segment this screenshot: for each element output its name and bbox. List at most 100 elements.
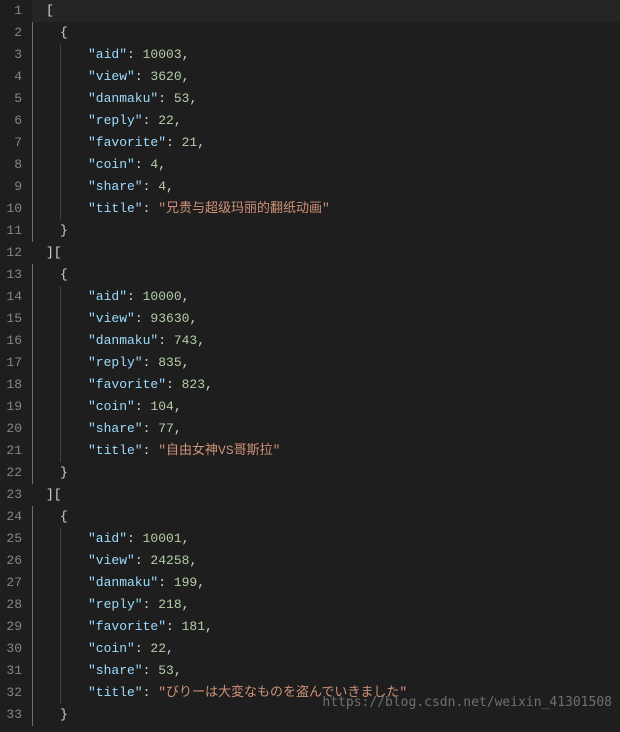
- code-line[interactable]: "danmaku": 743,: [32, 330, 620, 352]
- code-line[interactable]: }: [32, 704, 620, 726]
- token-comma: ,: [205, 619, 213, 634]
- code-line[interactable]: "favorite": 823,: [32, 374, 620, 396]
- token-bracket: {: [60, 509, 68, 524]
- indent-guide: [32, 66, 60, 88]
- token-key: "reply": [88, 113, 143, 128]
- token-comma: ,: [174, 663, 182, 678]
- code-line[interactable]: "danmaku": 199,: [32, 572, 620, 594]
- code-line[interactable]: }: [32, 220, 620, 242]
- code-line[interactable]: "favorite": 21,: [32, 132, 620, 154]
- line-number: 5: [0, 88, 22, 110]
- code-line[interactable]: "view": 24258,: [32, 550, 620, 572]
- indent-guide: [32, 132, 60, 154]
- indent-guide: [32, 704, 60, 726]
- indent-guide: [60, 594, 88, 616]
- indent-guide: [32, 220, 60, 242]
- indent-guide: [32, 528, 60, 550]
- code-line[interactable]: "reply": 835,: [32, 352, 620, 374]
- token-key: "coin": [88, 157, 135, 172]
- indent-guide: [32, 374, 60, 396]
- line-number: 14: [0, 286, 22, 308]
- token-comma: ,: [182, 47, 190, 62]
- token-comma: ,: [189, 553, 197, 568]
- token-comma: ,: [197, 333, 205, 348]
- token-key: "favorite": [88, 377, 166, 392]
- code-line[interactable]: {: [32, 264, 620, 286]
- code-line[interactable]: "view": 3620,: [32, 66, 620, 88]
- indent-guide: [32, 198, 60, 220]
- indent-guide: [32, 44, 60, 66]
- token-str: "兄贵与超级玛丽的翻纸动画": [158, 201, 330, 216]
- code-line[interactable]: }: [32, 462, 620, 484]
- line-number: 27: [0, 572, 22, 594]
- token-key: "reply": [88, 355, 143, 370]
- token-bracket: {: [60, 267, 68, 282]
- code-line[interactable]: "aid": 10000,: [32, 286, 620, 308]
- indent-guide: [32, 440, 60, 462]
- indent-guide: [32, 154, 60, 176]
- indent-guide: [60, 66, 88, 88]
- line-number: 25: [0, 528, 22, 550]
- line-number: 23: [0, 484, 22, 506]
- token-num: 4: [158, 179, 166, 194]
- indent-guide: [60, 286, 88, 308]
- code-line[interactable]: "share": 4,: [32, 176, 620, 198]
- code-line[interactable]: "favorite": 181,: [32, 616, 620, 638]
- token-key: "favorite": [88, 619, 166, 634]
- code-line[interactable]: "coin": 22,: [32, 638, 620, 660]
- code-line[interactable]: {: [32, 22, 620, 44]
- indent-guide: [32, 638, 60, 660]
- indent-guide: [60, 550, 88, 572]
- code-line[interactable]: "danmaku": 53,: [32, 88, 620, 110]
- token-num: 53: [174, 91, 190, 106]
- token-comma: ,: [182, 355, 190, 370]
- line-number: 10: [0, 198, 22, 220]
- token-num: 743: [174, 333, 197, 348]
- code-line[interactable]: "reply": 22,: [32, 110, 620, 132]
- code-line[interactable]: ][: [32, 484, 620, 506]
- token-num: 199: [174, 575, 197, 590]
- token-num: 10001: [143, 531, 182, 546]
- token-key: "danmaku": [88, 575, 158, 590]
- token-bracket: {: [60, 25, 68, 40]
- code-line[interactable]: "reply": 218,: [32, 594, 620, 616]
- code-line[interactable]: "view": 93630,: [32, 308, 620, 330]
- token-num: 53: [158, 663, 174, 678]
- token-num: 10003: [143, 47, 182, 62]
- code-line[interactable]: {: [32, 506, 620, 528]
- line-number: 2: [0, 22, 22, 44]
- line-number: 19: [0, 396, 22, 418]
- code-line[interactable]: "title": "自由女神VS哥斯拉": [32, 440, 620, 462]
- code-line[interactable]: "title": "兄贵与超级玛丽的翻纸动画": [32, 198, 620, 220]
- line-number: 28: [0, 594, 22, 616]
- indent-guide: [60, 110, 88, 132]
- token-key: "title": [88, 685, 143, 700]
- code-line[interactable]: "share": 77,: [32, 418, 620, 440]
- code-editor[interactable]: 1234567891011121314151617181920212223242…: [0, 0, 620, 732]
- code-line[interactable]: "title": "びりーは大変なものを盗んでいきました": [32, 682, 620, 704]
- code-line[interactable]: "coin": 4,: [32, 154, 620, 176]
- token-key: "aid": [88, 289, 127, 304]
- token-bracket: ][: [46, 245, 62, 260]
- token-colon: :: [143, 597, 159, 612]
- token-comma: ,: [174, 113, 182, 128]
- code-line[interactable]: ][: [32, 242, 620, 264]
- indent-guide: [60, 44, 88, 66]
- code-line[interactable]: "coin": 104,: [32, 396, 620, 418]
- code-line[interactable]: "aid": 10001,: [32, 528, 620, 550]
- token-colon: :: [143, 685, 159, 700]
- token-comma: ,: [197, 575, 205, 590]
- token-num: 3620: [150, 69, 181, 84]
- token-key: "view": [88, 69, 135, 84]
- token-bracket: }: [60, 223, 68, 238]
- token-key: "share": [88, 421, 143, 436]
- code-line[interactable]: "aid": 10003,: [32, 44, 620, 66]
- token-key: "favorite": [88, 135, 166, 150]
- indent-guide: [60, 440, 88, 462]
- token-colon: :: [158, 91, 174, 106]
- token-key: "coin": [88, 641, 135, 656]
- indent-guide: [60, 638, 88, 660]
- token-key: "share": [88, 663, 143, 678]
- code-area[interactable]: [{"aid": 10003,"view": 3620,"danmaku": 5…: [32, 0, 620, 732]
- code-line[interactable]: "share": 53,: [32, 660, 620, 682]
